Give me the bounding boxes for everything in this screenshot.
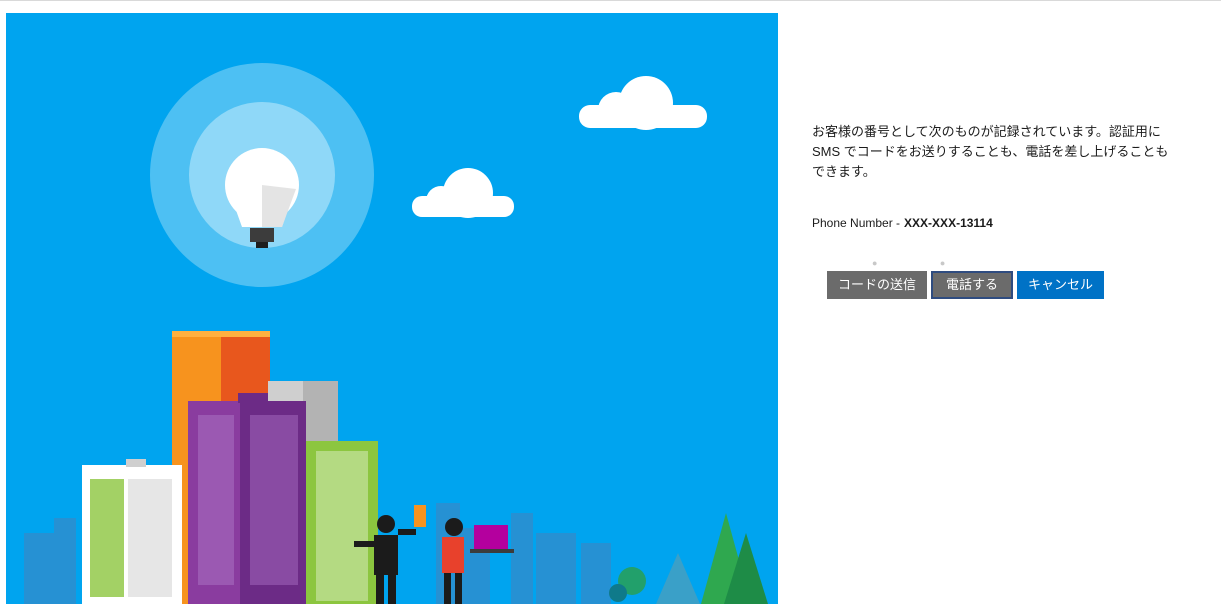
verification-message: お客様の番号として次のものが記録されています。認証用に SMS でコードをお送り… <box>812 124 1169 179</box>
lightbulb-icon <box>150 63 374 287</box>
send-code-button[interactable]: コードの送信 <box>827 271 927 299</box>
action-buttons: コードの送信 電話する キャンセル <box>827 271 1104 299</box>
phone-number-row: Phone Number - XXX-XXX-13114 <box>812 216 993 230</box>
verification-panel: お客様の番号として次のものが記録されています。認証用に SMS でコードをお送り… <box>812 0 1212 604</box>
progress-dots: ● ● <box>872 258 976 268</box>
hero-illustration <box>6 13 778 604</box>
phone-number-value: XXX-XXX-13114 <box>904 216 993 230</box>
phone-number-label: Phone Number - <box>812 216 901 230</box>
cancel-button[interactable]: キャンセル <box>1017 271 1104 299</box>
call-button[interactable]: 電話する <box>931 271 1013 299</box>
